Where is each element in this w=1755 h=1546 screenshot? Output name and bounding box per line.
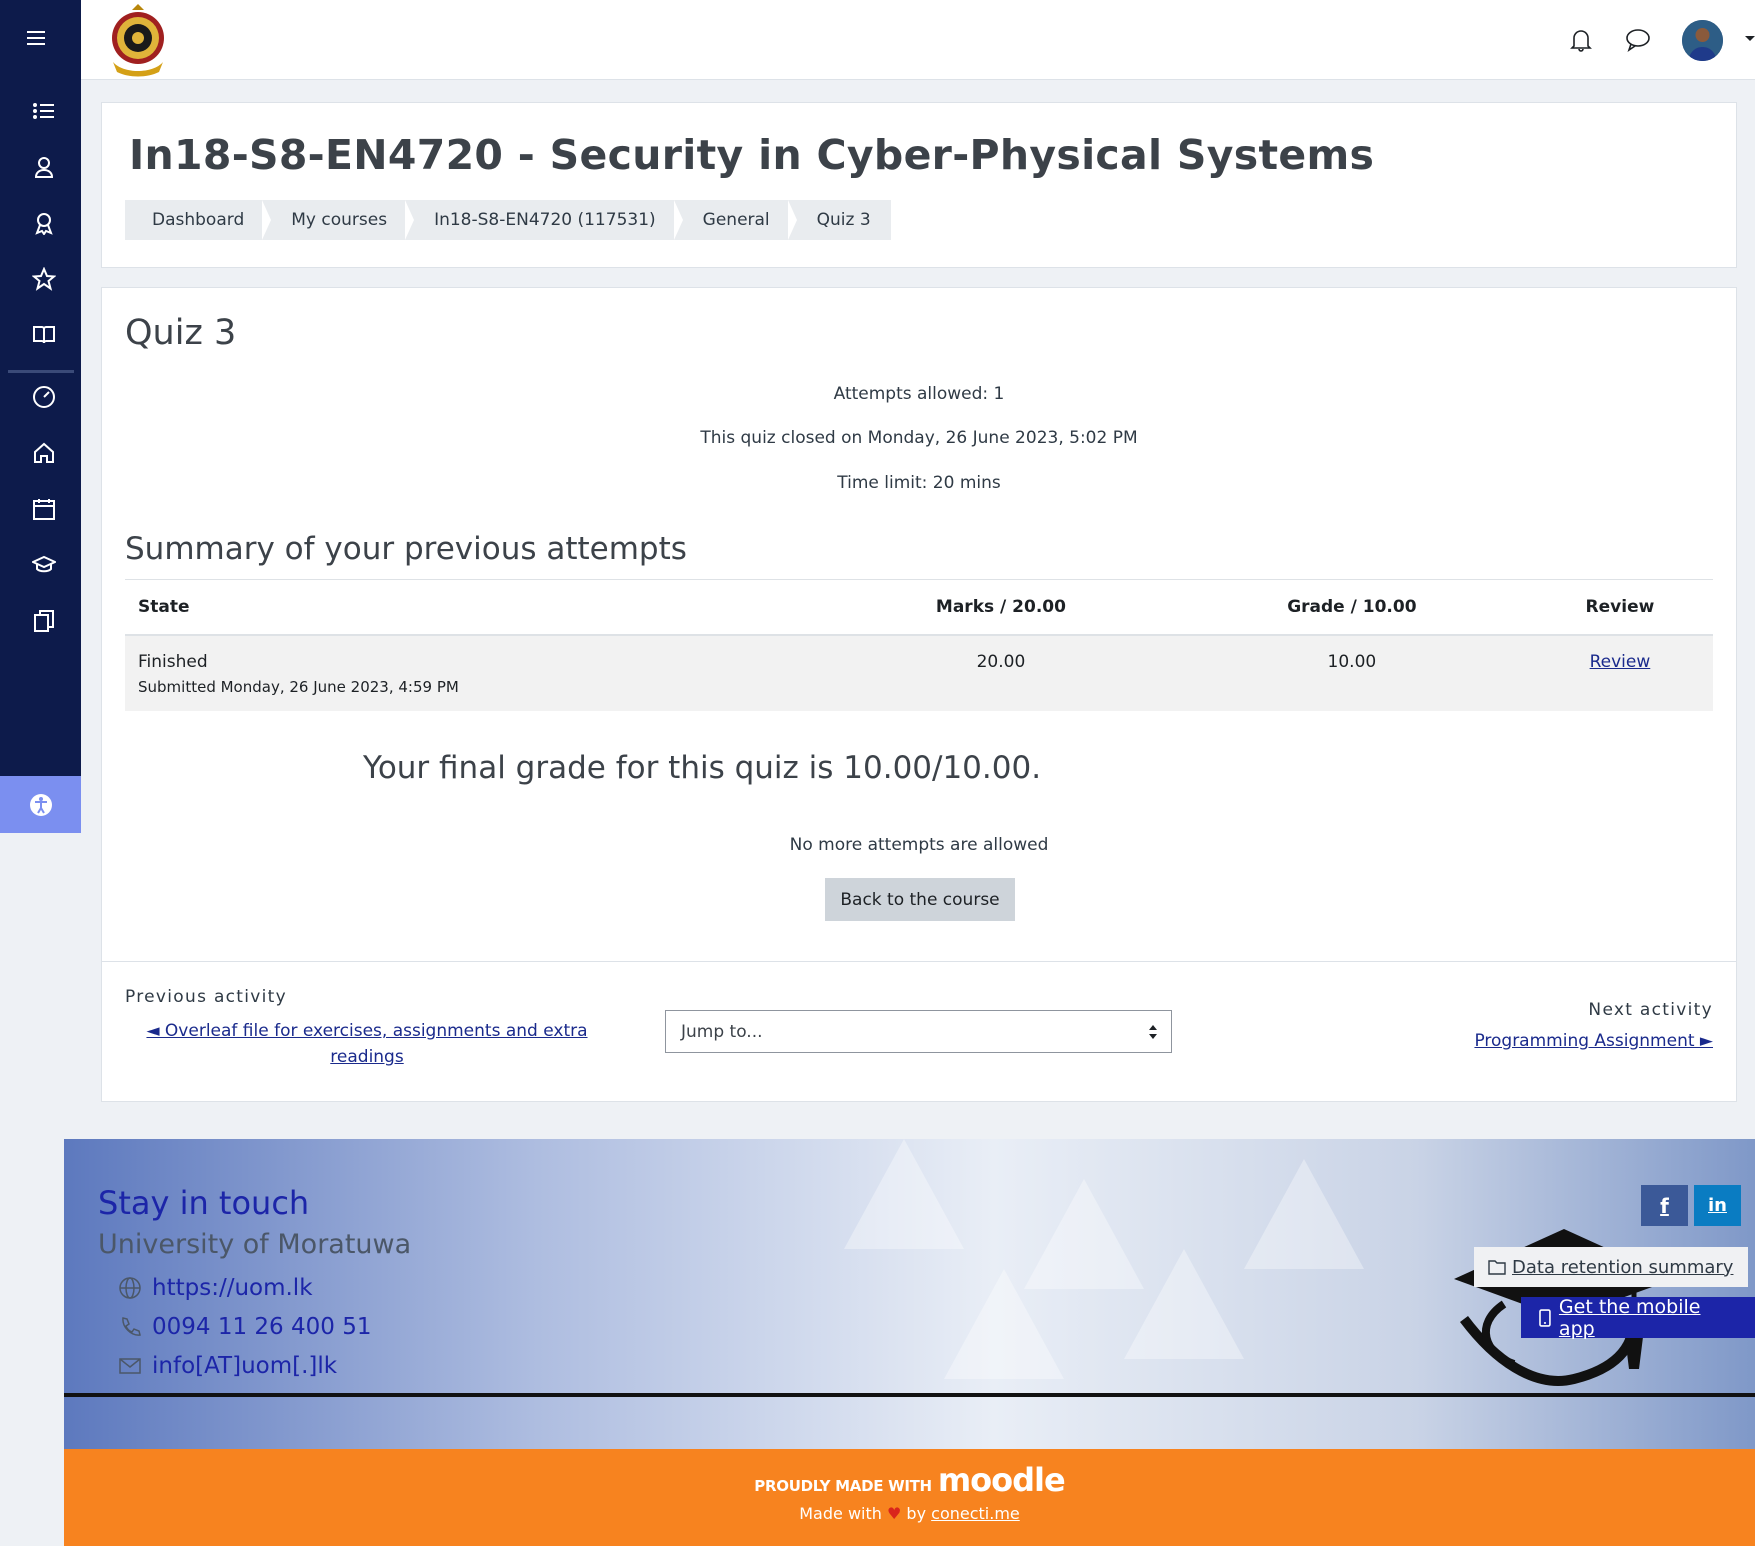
website-link[interactable]: https://uom.lk: [152, 1275, 313, 1301]
table-header-row: State Marks / 20.00 Grade / 10.00 Review: [125, 579, 1713, 636]
breadcrumb-quiz[interactable]: Quiz 3: [787, 200, 891, 240]
user-badge-icon[interactable]: [24, 147, 64, 187]
decor-triangle: [1244, 1159, 1364, 1269]
moodle-logo[interactable]: moodle: [938, 1461, 1066, 1499]
made-with-by: by: [906, 1504, 927, 1523]
activity-navigation: Previous activity ◄ Overleaf file for ex…: [102, 961, 1736, 1101]
envelope-icon: [119, 1358, 141, 1374]
made-with-prefix: Made with: [799, 1504, 882, 1523]
final-grade: Your final grade for this quiz is 10.00/…: [363, 750, 1042, 786]
website-contact: https://uom.lk: [118, 1275, 313, 1301]
footer-credits: PROUDLY MADE WITH moodle Made with ♥ by …: [64, 1449, 1755, 1546]
data-retention-label: Data retention summary: [1512, 1256, 1734, 1278]
jump-to-value: Jump to...: [681, 1021, 763, 1042]
attempt-state: Finished: [138, 651, 208, 672]
facebook-button[interactable]: f: [1641, 1185, 1688, 1226]
attempts-table: State Marks / 20.00 Grade / 10.00 Review…: [125, 579, 1713, 711]
summary-title: Summary of your previous attempts: [125, 531, 687, 567]
sidebar-nav: [0, 0, 81, 833]
breadcrumb-general[interactable]: General: [673, 200, 790, 240]
table-row: Finished Submitted Monday, 26 June 2023,…: [125, 634, 1713, 711]
no-more-attempts: No more attempts are allowed: [789, 835, 1049, 855]
cell-grade: 10.00: [1176, 634, 1527, 711]
col-header-state: State: [125, 579, 825, 636]
back-to-course-button[interactable]: Back to the course: [825, 878, 1015, 921]
files-icon[interactable]: [24, 601, 64, 641]
moodle-credit: PROUDLY MADE WITH moodle: [64, 1461, 1755, 1499]
email-address: info[AT]uom[.]lk: [152, 1353, 338, 1379]
proudly-made-with: PROUDLY MADE WITH: [754, 1477, 932, 1495]
list-icon[interactable]: [24, 91, 64, 131]
star-icon[interactable]: [24, 259, 64, 299]
hamburger-icon[interactable]: [18, 18, 58, 58]
quiz-closed-date: This quiz closed on Monday, 26 June 2023…: [700, 428, 1138, 448]
breadcrumb-dashboard[interactable]: Dashboard: [125, 200, 265, 240]
bell-icon[interactable]: [1563, 22, 1599, 58]
dashboard-gauge-icon[interactable]: [24, 377, 64, 417]
globe-icon: [119, 1277, 141, 1299]
graduation-cap-icon[interactable]: [24, 545, 64, 585]
sidebar-separator: [8, 370, 74, 373]
mobile-phone-icon: [1539, 1308, 1551, 1327]
cell-state: Finished Submitted Monday, 26 June 2023,…: [125, 634, 825, 711]
previous-activity-link[interactable]: ◄ Overleaf file for exercises, assignmen…: [125, 1018, 609, 1070]
col-header-review: Review: [1526, 579, 1713, 636]
cell-marks: 20.00: [825, 634, 1177, 711]
page-header: In18-S8-EN4720 - Security in Cyber-Physi…: [101, 102, 1737, 268]
made-with-line: Made with ♥ by conecti.me: [64, 1504, 1755, 1523]
jump-to-select[interactable]: Jump to...: [665, 1010, 1172, 1053]
attempt-submitted: Submitted Monday, 26 June 2023, 4:59 PM: [138, 677, 459, 696]
book-icon[interactable]: [24, 315, 64, 355]
footer: Stay in touch University of Moratuwa htt…: [64, 1139, 1755, 1449]
quiz-title: Quiz 3: [125, 313, 237, 353]
mobile-app-label: Get the mobile app: [1558, 1295, 1701, 1340]
decor-triangle: [944, 1269, 1064, 1379]
top-navbar: [81, 0, 1755, 80]
conectime-link[interactable]: conecti.me: [931, 1504, 1020, 1523]
user-avatar[interactable]: [1682, 20, 1723, 61]
page-title: In18-S8-EN4720 - Security in Cyber-Physi…: [129, 131, 1375, 179]
heart-icon: ♥: [886, 1504, 902, 1523]
home-icon[interactable]: [24, 433, 64, 473]
stay-in-touch-title: Stay in touch: [98, 1184, 310, 1222]
attempts-allowed: Attempts allowed: 1: [833, 384, 1005, 404]
chat-icon[interactable]: [1620, 22, 1656, 58]
review-link[interactable]: Review: [1590, 652, 1651, 672]
next-activity-label: Next activity: [1588, 1000, 1713, 1020]
next-activity-link[interactable]: Programming Assignment ►: [1474, 1031, 1713, 1051]
phone-icon: [122, 1317, 141, 1336]
accessibility-button[interactable]: [0, 776, 81, 833]
col-header-grade: Grade / 10.00: [1176, 579, 1527, 636]
cell-review: Review: [1526, 634, 1713, 711]
chevron-down-icon[interactable]: [1745, 36, 1755, 41]
phone-number: 0094 11 26 400 51: [152, 1314, 372, 1340]
award-icon[interactable]: [24, 203, 64, 243]
decor-triangle: [844, 1139, 964, 1249]
decor-triangle: [1124, 1249, 1244, 1359]
university-name: University of Moratuwa: [98, 1229, 412, 1260]
breadcrumb: Dashboard My courses In18-S8-EN4720 (117…: [125, 200, 891, 240]
calendar-icon[interactable]: [24, 489, 64, 529]
mobile-app-button[interactable]: Get the mobile app: [1521, 1295, 1755, 1340]
linkedin-button[interactable]: in: [1694, 1185, 1741, 1226]
data-retention-link[interactable]: Data retention summary: [1474, 1247, 1749, 1287]
quiz-main: Quiz 3 Attempts allowed: 1 This quiz clo…: [101, 287, 1737, 1102]
phone-contact: 0094 11 26 400 51: [118, 1314, 371, 1340]
select-arrows-icon: [1149, 1025, 1157, 1039]
footer-divider: [64, 1393, 1755, 1397]
university-logo[interactable]: [107, 2, 169, 78]
email-contact: info[AT]uom[.]lk: [118, 1353, 337, 1379]
previous-activity-label: Previous activity: [125, 987, 288, 1007]
breadcrumb-my-courses[interactable]: My courses: [262, 200, 408, 240]
breadcrumb-course[interactable]: In18-S8-EN4720 (117531): [405, 200, 676, 240]
folder-icon: [1488, 1260, 1506, 1275]
accessibility-icon: [29, 793, 52, 816]
col-header-marks: Marks / 20.00: [825, 579, 1177, 636]
time-limit: Time limit: 20 mins: [837, 473, 1001, 493]
